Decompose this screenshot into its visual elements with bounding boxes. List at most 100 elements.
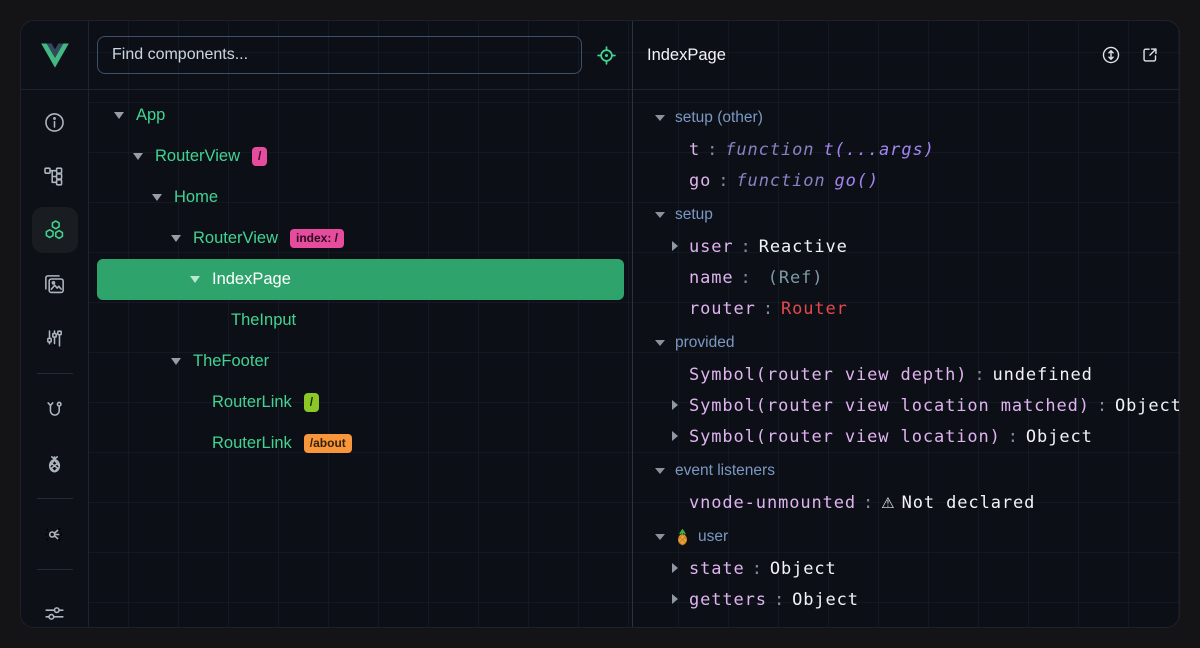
property-value: Object xyxy=(792,590,859,610)
triangle-down-icon xyxy=(114,112,124,119)
inspector-row-name: name:(Ref) xyxy=(649,262,1179,293)
component-name: RouterView xyxy=(155,147,240,166)
function-keyword: function xyxy=(725,140,814,160)
sidebar-item-router[interactable] xyxy=(32,386,78,432)
component-name: TheInput xyxy=(231,311,296,330)
property-key: Symbol(router view location matched) xyxy=(689,396,1090,416)
sidebar-item-timeline[interactable] xyxy=(32,315,78,361)
pinia-icon xyxy=(42,451,67,476)
function-signature: go() xyxy=(835,171,880,191)
expand-toggle-icon[interactable] xyxy=(133,153,145,160)
property-key: Symbol(router view depth) xyxy=(689,365,967,385)
sidebar-item-graph[interactable] xyxy=(32,511,78,557)
tree-node-indexpage[interactable]: IndexPage xyxy=(97,259,624,300)
scroll-to-icon xyxy=(1100,44,1122,66)
tree-node-theinput[interactable]: TheInput xyxy=(97,300,624,341)
triangle-down-icon xyxy=(133,153,143,160)
sidebar-item-overview[interactable] xyxy=(32,99,78,145)
section-header-setup[interactable]: setup xyxy=(649,199,1179,231)
sidebar-divider xyxy=(37,569,73,570)
expand-arrow-icon[interactable] xyxy=(672,563,678,573)
property-value: undefined xyxy=(993,365,1093,385)
tree-node-routerlink[interactable]: RouterLink/about xyxy=(97,423,624,464)
sidebar-item-pages[interactable] xyxy=(32,153,78,199)
expand-toggle-icon[interactable] xyxy=(171,358,183,365)
tree-node-home[interactable]: Home xyxy=(97,177,624,218)
inspector-row-user: user:Reactive xyxy=(649,231,1179,262)
property-key: go xyxy=(689,171,711,191)
triangle-down-icon xyxy=(655,212,665,218)
inspector-row-state: state:Object xyxy=(649,553,1179,584)
scroll-to-component-button[interactable] xyxy=(1099,43,1123,67)
expand-toggle-icon[interactable] xyxy=(171,235,183,242)
inspector-row-router: router:Router xyxy=(649,293,1179,324)
inspector-title: IndexPage xyxy=(647,46,726,65)
sidebar-item-settings[interactable] xyxy=(32,590,78,628)
section-title: user xyxy=(698,528,728,546)
section-header-event-listeners[interactable]: event listeners xyxy=(649,455,1179,487)
triangle-down-icon xyxy=(190,276,200,283)
inspector-header: IndexPage xyxy=(633,21,1179,90)
external-link-icon xyxy=(1139,44,1161,66)
warning-icon: ⚠ xyxy=(881,494,894,512)
section-header-provided[interactable]: provided xyxy=(649,327,1179,359)
route-badge: /about xyxy=(304,434,352,453)
assets-icon xyxy=(42,272,67,297)
expand-toggle-icon[interactable] xyxy=(114,112,126,119)
section-title: provided xyxy=(675,334,734,352)
tree-node-routerview[interactable]: RouterViewindex: / xyxy=(97,218,624,259)
inspector-row-symbol-router-view-location-matched-: Symbol(router view location matched): Obj… xyxy=(649,390,1179,421)
sidebar-item-components[interactable] xyxy=(32,207,78,253)
component-tree: App RouterView/HomeRouterViewindex: /Inde… xyxy=(89,90,632,627)
inspector-panel: IndexPage setup (other)t:functiont(...ar… xyxy=(633,21,1179,627)
property-key: Symbol(router view location) xyxy=(689,427,1001,447)
key-value-separator: : xyxy=(707,140,718,160)
expand-arrow-icon[interactable] xyxy=(672,400,678,410)
select-component-button[interactable] xyxy=(593,42,619,68)
triangle-down-icon xyxy=(152,194,162,201)
timeline-icon xyxy=(42,326,67,351)
sidebar-item-assets[interactable] xyxy=(32,261,78,307)
inspector-row-t: t:functiont(...args) xyxy=(649,134,1179,165)
component-name: App xyxy=(136,106,165,125)
inspector-row-vnode-unmounted: vnode-unmounted:⚠Not declared xyxy=(649,487,1179,518)
tree-node-routerlink[interactable]: RouterLink/ xyxy=(97,382,624,423)
expand-arrow-icon[interactable] xyxy=(672,241,678,251)
inspector-row-go: go:functiongo() xyxy=(649,165,1179,196)
property-value: Object xyxy=(770,559,837,579)
function-signature: t(...args) xyxy=(823,140,934,160)
inspector-row-getters: getters:Object xyxy=(649,584,1179,615)
expand-arrow-icon[interactable] xyxy=(672,594,678,604)
sidebar-divider xyxy=(37,498,73,499)
sidebar-item-pinia[interactable] xyxy=(32,440,78,486)
triangle-down-icon xyxy=(655,534,665,540)
open-in-editor-button[interactable] xyxy=(1138,43,1162,67)
sidebar-nav xyxy=(21,90,88,628)
key-value-separator: : xyxy=(1097,396,1108,416)
property-value: (Ref) xyxy=(768,268,824,288)
expand-toggle-icon[interactable] xyxy=(190,276,202,283)
components-panel: App RouterView/HomeRouterViewindex: /Inde… xyxy=(89,21,633,627)
key-value-separator: : xyxy=(741,237,752,257)
vue-devtools-window: AppRouterView/HomeRouterViewindex: /Inde… xyxy=(20,20,1180,628)
property-value: Object xyxy=(1115,396,1179,416)
inspector-row-symbol-router-view-location-: Symbol(router view location):Object xyxy=(649,421,1179,452)
target-icon xyxy=(595,44,618,67)
inspector-body: setup (other)t:functiont(...args)go:func… xyxy=(633,90,1179,627)
tree-node-routerview[interactable]: RouterView/ xyxy=(97,136,624,177)
section-header-user[interactable]: user xyxy=(649,521,1179,553)
key-value-separator: : xyxy=(741,268,752,288)
property-key: user xyxy=(689,237,734,257)
triangle-down-icon xyxy=(171,235,181,242)
components-toolbar xyxy=(89,21,632,90)
triangle-down-icon xyxy=(655,115,665,121)
section-header-setup-other-[interactable]: setup (other) xyxy=(649,102,1179,134)
expand-arrow-icon[interactable] xyxy=(672,431,678,441)
sidebar-divider xyxy=(37,373,73,374)
search-input[interactable] xyxy=(97,36,582,74)
info-icon xyxy=(42,110,67,135)
tree-node-app[interactable]: App xyxy=(97,95,624,136)
section-title: setup (other) xyxy=(675,109,763,127)
expand-toggle-icon[interactable] xyxy=(152,194,164,201)
tree-node-thefooter[interactable]: TheFooter xyxy=(97,341,624,382)
